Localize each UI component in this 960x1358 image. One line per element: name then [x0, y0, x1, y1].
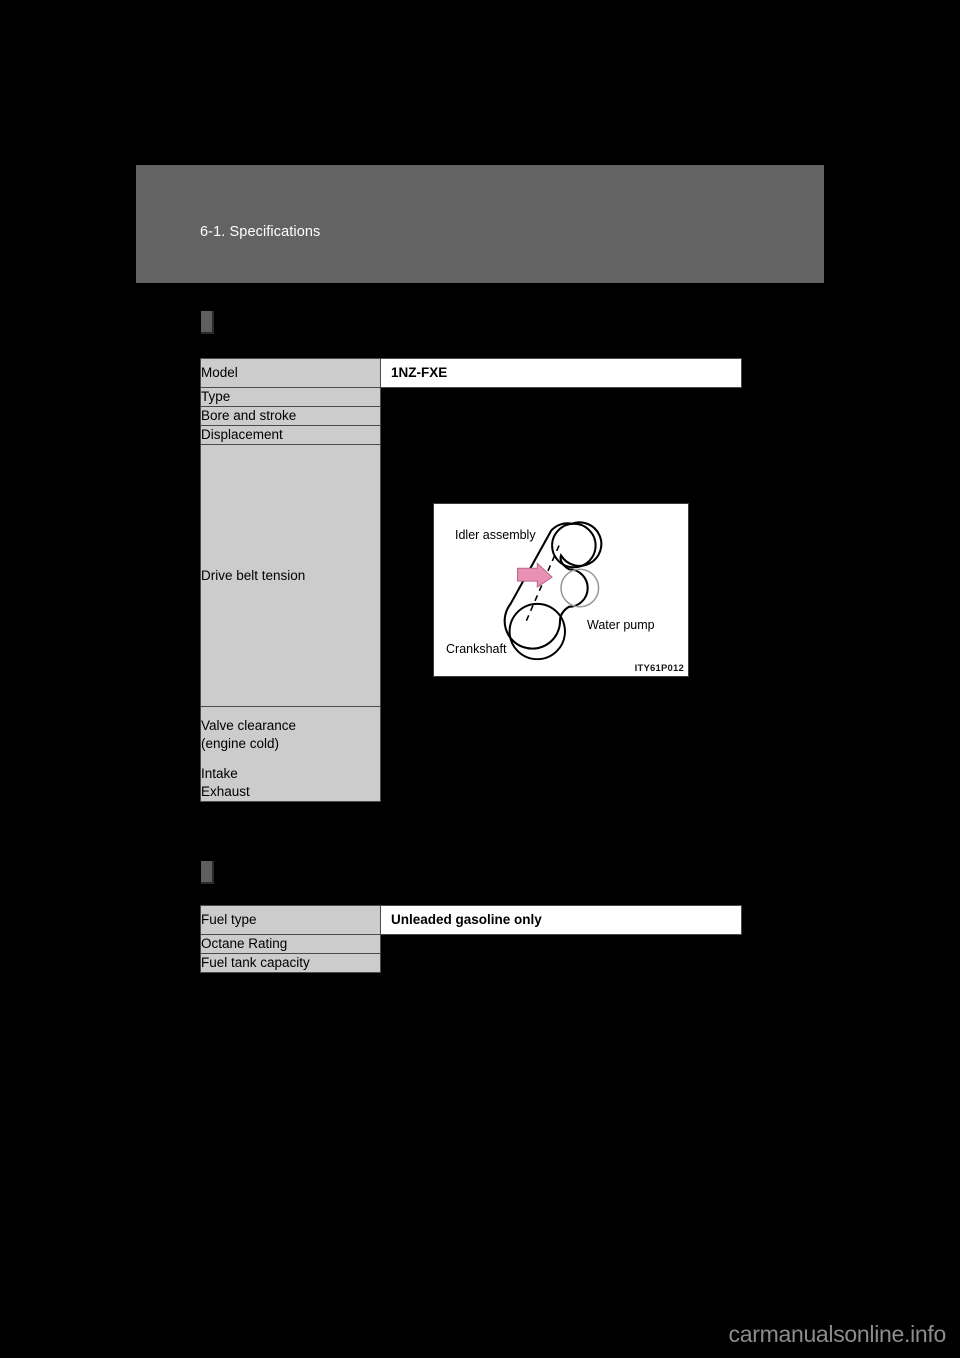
table-row: Displacement — [200, 425, 742, 445]
page-title: 6-1. Specifications — [200, 224, 321, 240]
row-label-type: Type — [200, 387, 381, 407]
valve-clearance-intake: Intake — [201, 766, 238, 781]
fuel-specifications-table: Fuel type Unleaded gasoline only Octane … — [200, 905, 742, 973]
diagram-label-idler-assembly: Idler assembly — [455, 528, 536, 542]
row-label-valve-clearance: Valve clearance (engine cold) Intake Exh… — [200, 706, 381, 802]
valve-clearance-spacer — [201, 753, 380, 765]
valve-clearance-line2: (engine cold) — [201, 736, 280, 751]
row-value-type — [381, 388, 742, 407]
diagram-image-code: ITY61P012 — [634, 663, 684, 674]
row-label-drive-belt-tension: Drive belt tension — [200, 444, 381, 707]
crankshaft-pulley-icon — [508, 602, 566, 661]
row-value-bore-and-stroke — [381, 407, 742, 426]
row-value-model: 1NZ-FXE — [380, 358, 742, 388]
row-value-fuel-type: Unleaded gasoline only — [380, 905, 742, 935]
row-value-octane-rating — [381, 935, 742, 954]
valve-clearance-exhaust: Exhaust — [201, 784, 250, 799]
section-marker-fuel — [201, 861, 214, 884]
diagram-label-crankshaft: Crankshaft — [446, 642, 507, 656]
table-row: Octane Rating — [200, 934, 742, 954]
document-page: 6-1. Specifications Model 1NZ-FXE Type B… — [0, 0, 960, 1358]
section-marker-engine — [201, 311, 214, 334]
table-row: Bore and stroke — [200, 406, 742, 426]
row-label-bore-and-stroke: Bore and stroke — [200, 406, 381, 426]
row-value-valve-clearance — [381, 707, 742, 802]
valve-clearance-line1: Valve clearance — [201, 718, 297, 733]
row-value-displacement — [381, 426, 742, 445]
row-label-fuel-type: Fuel type — [200, 905, 381, 935]
row-value-fuel-tank-capacity — [381, 954, 742, 973]
table-row: Valve clearance (engine cold) Intake Exh… — [200, 706, 742, 802]
table-row: Fuel tank capacity — [200, 953, 742, 973]
table-row: Fuel type Unleaded gasoline only — [200, 905, 742, 935]
row-label-displacement: Displacement — [200, 425, 381, 445]
row-label-model: Model — [200, 358, 381, 388]
row-label-octane-rating: Octane Rating — [200, 934, 381, 954]
table-row: Type — [200, 387, 742, 407]
water-pump-pulley-icon — [560, 568, 600, 608]
drive-belt-diagram: Idler assembly Water pump Crankshaft ITY… — [433, 503, 689, 677]
diagram-label-water-pump: Water pump — [587, 618, 655, 632]
row-label-fuel-tank-capacity: Fuel tank capacity — [200, 953, 381, 973]
footer-watermark: carmanualsonline.info — [728, 1321, 947, 1347]
table-row: Model 1NZ-FXE — [200, 358, 742, 388]
